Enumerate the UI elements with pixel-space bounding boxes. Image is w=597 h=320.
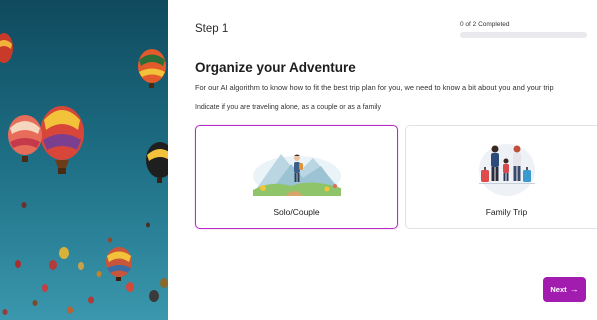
- arrow-right-icon: →: [569, 284, 579, 294]
- step-title: Step 1: [195, 23, 229, 35]
- option-card-solo-couple[interactable]: Solo/Couple: [195, 125, 398, 229]
- family-travel-illustration-icon: [478, 144, 535, 196]
- progress-bar: [460, 32, 587, 38]
- progress-indicator: 0 of 2 Completed: [460, 21, 587, 38]
- next-button-label: Next: [550, 285, 567, 294]
- wizard-panel: Step 1 0 of 2 Completed Organize your Ad…: [168, 0, 597, 320]
- option-card-family-trip[interactable]: Family Trip: [405, 125, 597, 229]
- page-heading: Organize your Adventure: [195, 60, 356, 75]
- intro-text: For our AI algorithm to know how to fit …: [195, 83, 554, 92]
- next-button[interactable]: Next →: [543, 277, 586, 302]
- progress-text: 0 of 2 Completed: [460, 21, 510, 28]
- hot-air-balloons-photo: [0, 0, 168, 320]
- instruction-text: Indicate if you are traveling alone, as …: [195, 104, 381, 111]
- hiker-illustration-icon: [252, 154, 341, 196]
- option-label: Family Trip: [485, 207, 528, 217]
- hero-balloons-image: [0, 0, 168, 320]
- option-label: Solo/Couple: [273, 207, 320, 217]
